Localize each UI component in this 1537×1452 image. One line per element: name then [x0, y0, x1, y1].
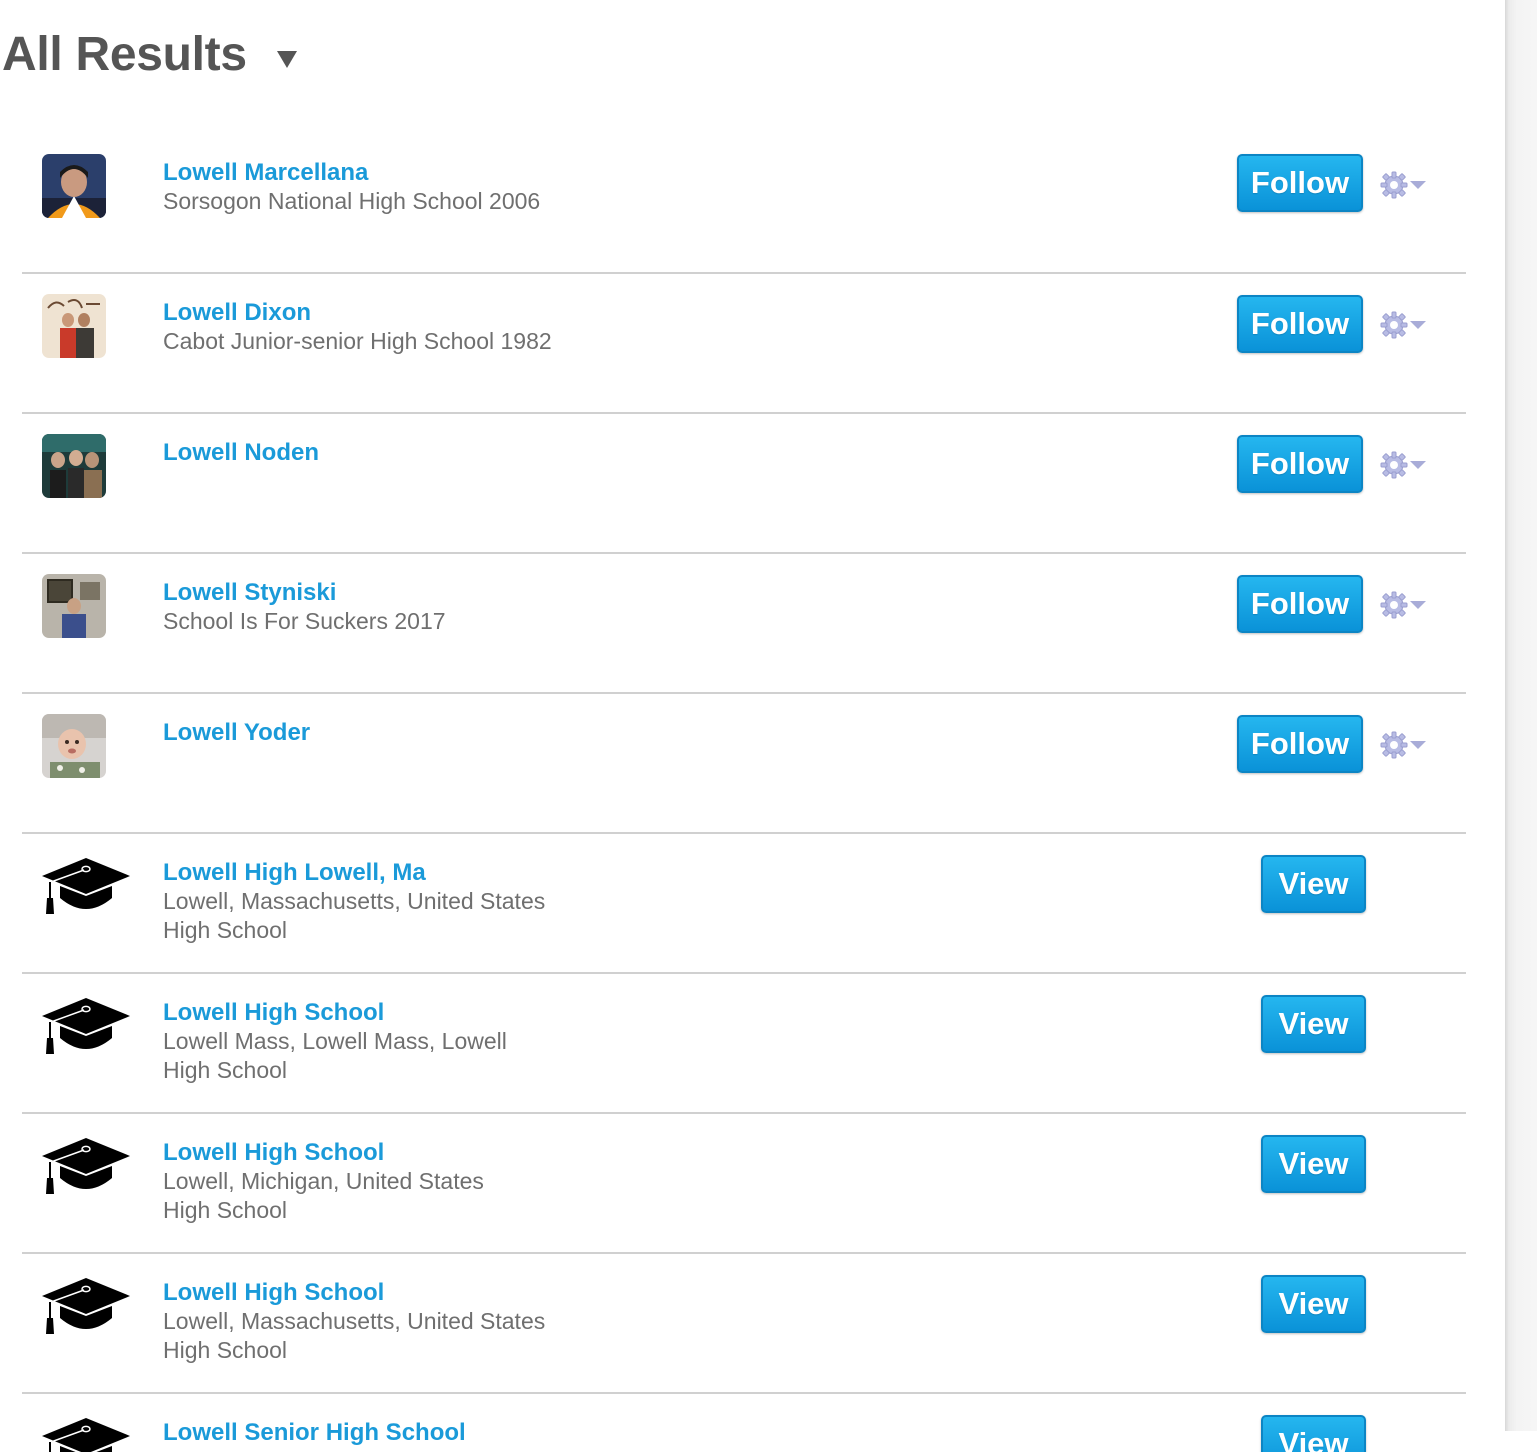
avatar[interactable] — [42, 574, 106, 638]
gear-icon — [1380, 591, 1408, 619]
view-button[interactable]: View — [1261, 1415, 1366, 1452]
result-row-person: Lowell Styniski School Is For Suckers 20… — [22, 552, 1466, 692]
result-row-school: Lowell High School Lowell, Michigan, Uni… — [22, 1112, 1466, 1252]
chevron-down-icon — [1410, 461, 1426, 469]
result-school-text: Cabot Junior-senior High School 1982 — [163, 328, 552, 354]
results-list: Lowell Marcellana Sorsogon National High… — [22, 132, 1466, 1452]
result-type-text: High School — [163, 1057, 288, 1083]
graduation-cap-icon — [42, 1138, 130, 1194]
follow-button[interactable]: Follow — [1237, 575, 1363, 633]
results-filter-dropdown-arrow-icon[interactable] — [276, 50, 297, 68]
person-options-menu[interactable] — [1380, 310, 1434, 340]
follow-button[interactable]: Follow — [1237, 154, 1363, 212]
result-row-school: Lowell Senior High School View — [22, 1392, 1466, 1452]
result-row-person: Lowell Noden Follow — [22, 412, 1466, 552]
avatar[interactable] — [42, 154, 106, 218]
result-name-link[interactable]: Lowell Styniski — [163, 578, 446, 607]
result-location-text: Lowell Mass, Lowell Mass, Lowell — [163, 1028, 507, 1054]
gear-icon — [1380, 311, 1408, 339]
gear-icon — [1380, 451, 1408, 479]
person-options-menu[interactable] — [1380, 450, 1434, 480]
graduation-cap-icon — [42, 858, 130, 914]
result-name-link[interactable]: Lowell High School — [163, 1138, 484, 1167]
view-button[interactable]: View — [1261, 1275, 1366, 1333]
view-button[interactable]: View — [1261, 855, 1366, 913]
result-location-text: Lowell, Massachusetts, United States — [163, 888, 546, 914]
result-row-school: Lowell High Lowell, Ma Lowell, Massachus… — [22, 832, 1466, 972]
result-row-person: Lowell Marcellana Sorsogon National High… — [22, 132, 1466, 272]
graduation-cap-icon — [42, 1418, 130, 1452]
result-name-link[interactable]: Lowell High Lowell, Ma — [163, 858, 545, 887]
result-row-person: Lowell Yoder Follow — [22, 692, 1466, 832]
result-school-text: School Is For Suckers 2017 — [163, 608, 446, 634]
result-type-text: High School — [163, 917, 288, 943]
result-name-link[interactable]: Lowell Dixon — [163, 298, 552, 327]
chevron-down-icon — [1410, 321, 1426, 329]
result-school-text: Sorsogon National High School 2006 — [163, 188, 541, 214]
result-row-school: Lowell High School Lowell, Massachusetts… — [22, 1252, 1466, 1392]
follow-button[interactable]: Follow — [1237, 715, 1363, 773]
gear-icon — [1380, 731, 1408, 759]
avatar[interactable] — [42, 294, 106, 358]
chevron-down-icon — [1410, 741, 1426, 749]
follow-button[interactable]: Follow — [1237, 295, 1363, 353]
avatar[interactable] — [42, 714, 106, 778]
result-name-link[interactable]: Lowell High School — [163, 1278, 545, 1307]
person-options-menu[interactable] — [1380, 730, 1434, 760]
result-name-link[interactable]: Lowell Noden — [163, 438, 319, 467]
results-header: All Results — [2, 24, 297, 84]
result-name-link[interactable]: Lowell High School — [163, 998, 507, 1027]
view-button[interactable]: View — [1261, 995, 1366, 1053]
result-name-link[interactable]: Lowell Senior High School — [163, 1418, 466, 1447]
graduation-cap-icon — [42, 1278, 130, 1334]
result-row-school: Lowell High School Lowell Mass, Lowell M… — [22, 972, 1466, 1112]
graduation-cap-icon — [42, 998, 130, 1054]
follow-button[interactable]: Follow — [1237, 435, 1363, 493]
person-options-menu[interactable] — [1380, 170, 1434, 200]
avatar[interactable] — [42, 434, 106, 498]
chevron-down-icon — [1410, 601, 1426, 609]
result-type-text: High School — [163, 1197, 288, 1223]
result-name-link[interactable]: Lowell Marcellana — [163, 158, 540, 187]
result-row-person: Lowell Dixon Cabot Junior-senior High Sc… — [22, 272, 1466, 412]
gear-icon — [1380, 171, 1408, 199]
result-type-text: High School — [163, 1337, 288, 1363]
chevron-down-icon — [1410, 181, 1426, 189]
page-scroll-gutter — [1505, 0, 1537, 1431]
result-name-link[interactable]: Lowell Yoder — [163, 718, 310, 747]
person-options-menu[interactable] — [1380, 590, 1434, 620]
view-button[interactable]: View — [1261, 1135, 1366, 1193]
result-location-text: Lowell, Massachusetts, United States — [163, 1308, 546, 1334]
result-location-text: Lowell, Michigan, United States — [163, 1168, 484, 1194]
page-title: All Results — [2, 27, 247, 81]
